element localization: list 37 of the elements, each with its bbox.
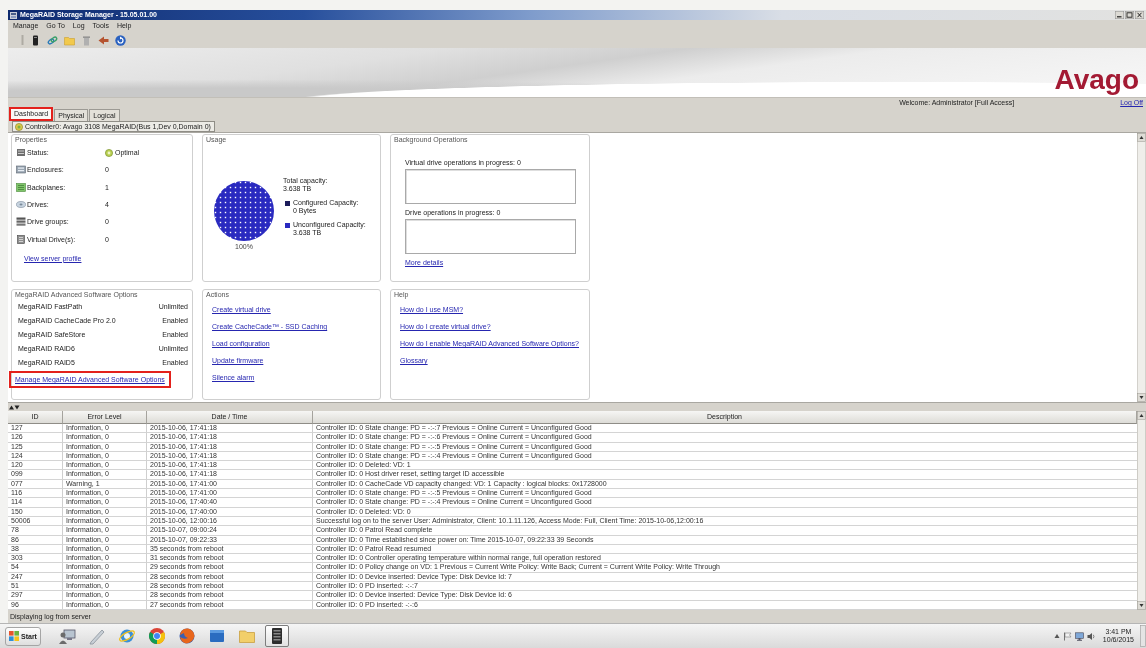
arrow-left-icon[interactable] (98, 34, 109, 46)
refresh-icon[interactable] (115, 34, 126, 46)
close-icon[interactable] (1135, 11, 1144, 19)
vertical-scrollbar[interactable] (1137, 133, 1146, 402)
brand-logo: Avago (1053, 63, 1140, 97)
flag-icon[interactable] (1062, 631, 1072, 641)
ring-globe-icon (117, 627, 136, 645)
enclosure-icon (16, 165, 26, 175)
controller-icon (15, 122, 23, 131)
app-icon (10, 11, 17, 19)
tower-icon[interactable] (30, 34, 41, 46)
maximize-icon[interactable] (1125, 11, 1134, 19)
splitter-arrows-icon[interactable] (9, 404, 20, 410)
virtual-drive-icon (16, 234, 26, 244)
network-icon[interactable] (1074, 631, 1084, 641)
link-icon[interactable] (47, 34, 58, 46)
vertical-scrollbar[interactable] (1137, 411, 1146, 610)
globe-icon (177, 627, 196, 645)
folder-icon (237, 627, 256, 645)
tray-arrow-icon[interactable] (1053, 633, 1060, 639)
legend-swatch-icon (285, 222, 290, 228)
window-icon (207, 627, 226, 645)
toolbar-grip (21, 35, 24, 45)
server-icon (16, 148, 26, 158)
circuit-board-icon (16, 182, 26, 192)
user-computer-icon (57, 627, 76, 645)
segmented-circle-icon (147, 627, 166, 645)
start-logo-icon (9, 631, 19, 641)
pie-slice (214, 181, 274, 241)
disk-drive-icon (16, 200, 26, 210)
pen-icon (87, 627, 106, 645)
taskbar-button[interactable] (264, 625, 289, 647)
legend-swatch-icon (285, 200, 290, 206)
minimize-icon[interactable] (1115, 11, 1124, 19)
status-ok-icon (105, 148, 113, 157)
drive-stack-icon (16, 217, 26, 227)
speaker-icon[interactable] (1086, 631, 1096, 641)
